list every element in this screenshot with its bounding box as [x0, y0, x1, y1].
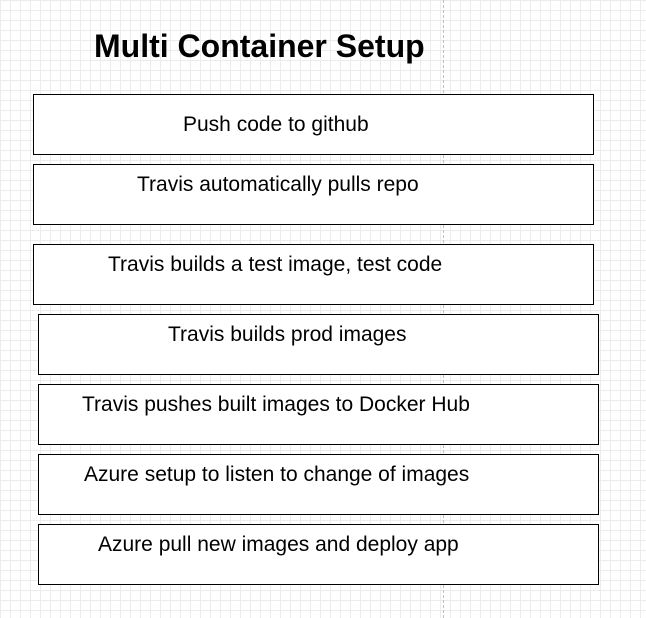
step-label-3: Travis builds a test image, test code [108, 253, 443, 276]
step-label-5: Travis pushes built images to Docker Hub [82, 393, 470, 416]
step-label-7: Azure pull new images and deploy app [98, 533, 459, 556]
step-label-1: Push code to github [183, 113, 369, 136]
step-label-2: Travis automatically pulls repo [137, 173, 419, 196]
step-label-6: Azure setup to listen to change of image… [84, 463, 470, 486]
step-label-4: Travis builds prod images [168, 323, 407, 346]
diagram-title: Multi Container Setup [94, 28, 425, 64]
